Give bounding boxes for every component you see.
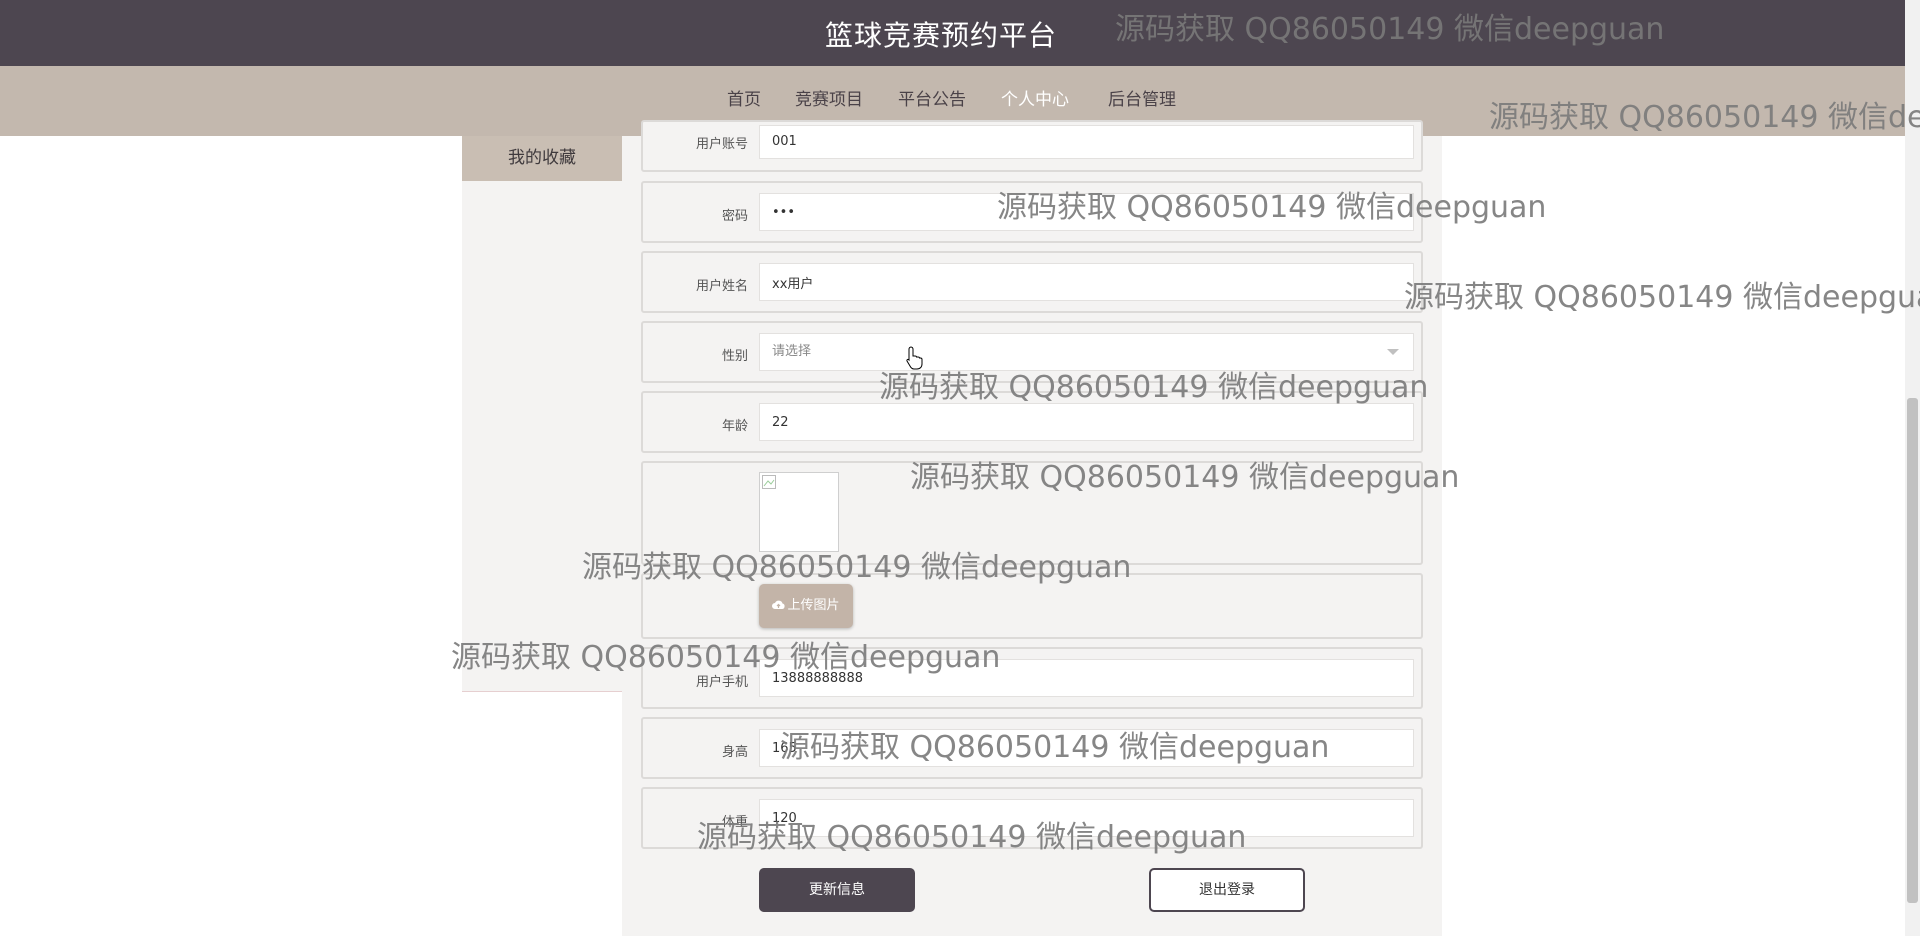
nav-competitions[interactable]: 竞赛项目 (790, 85, 868, 115)
nav-home[interactable]: 首页 (722, 85, 766, 115)
nav-admin[interactable]: 后台管理 (1103, 85, 1181, 115)
gender-label: 性别 (721, 349, 748, 364)
upload-image-button[interactable]: 上传图片 (759, 584, 853, 628)
form-row-password: 密码 (641, 181, 1423, 243)
form-row-height: 身高 (641, 717, 1423, 779)
phone-label: 用户手机 (695, 675, 748, 690)
sidebar-item-favorites[interactable]: 我的收藏 (462, 136, 622, 181)
account-input[interactable] (759, 125, 1414, 159)
form-row-image-preview (641, 461, 1423, 565)
update-info-button[interactable]: 更新信息 (759, 868, 915, 912)
password-label: 密码 (721, 209, 748, 224)
age-label: 年龄 (721, 419, 748, 434)
form-row-age: 年龄 (641, 391, 1423, 453)
cloud-upload-icon (772, 600, 786, 609)
gender-placeholder: 请选择 (772, 344, 812, 359)
form-row-account: 用户账号 (641, 120, 1423, 172)
sidebar: 我的收藏 (462, 136, 622, 692)
logout-button[interactable]: 退出登录 (1149, 868, 1305, 912)
scrollbar-thumb[interactable] (1907, 398, 1918, 903)
upload-label: 上传图片 (787, 598, 840, 613)
height-input[interactable] (759, 729, 1414, 767)
gender-select[interactable]: 请选择 (759, 333, 1414, 371)
watermark-text: 源码获取 QQ86050149 微信deepgua (1404, 280, 1920, 315)
weight-label: 体重 (721, 815, 748, 830)
nav-announcements[interactable]: 平台公告 (893, 85, 971, 115)
height-label: 身高 (721, 745, 748, 760)
weight-input[interactable] (759, 799, 1414, 837)
form-row-gender: 性别 请选择 (641, 321, 1423, 383)
hand-pointer-cursor-icon (906, 346, 923, 370)
top-header: 篮球竞赛预约平台 (0, 0, 1905, 66)
name-input[interactable] (759, 263, 1414, 301)
age-input[interactable] (759, 403, 1414, 441)
name-label: 用户姓名 (695, 279, 748, 294)
form-row-phone: 用户手机 (641, 647, 1423, 709)
nav-personal-center[interactable]: 个人中心 (996, 85, 1074, 115)
password-input[interactable] (759, 193, 1414, 231)
form-row-name: 用户姓名 (641, 251, 1423, 313)
chevron-down-icon (1387, 349, 1399, 355)
form-row-upload: 上传图片 (641, 573, 1423, 639)
phone-input[interactable] (759, 659, 1414, 697)
avatar-image-preview (759, 472, 839, 552)
site-title: 篮球竞赛预约平台 (824, 19, 1057, 52)
account-label: 用户账号 (695, 137, 748, 152)
form-row-weight: 体重 (641, 787, 1423, 849)
